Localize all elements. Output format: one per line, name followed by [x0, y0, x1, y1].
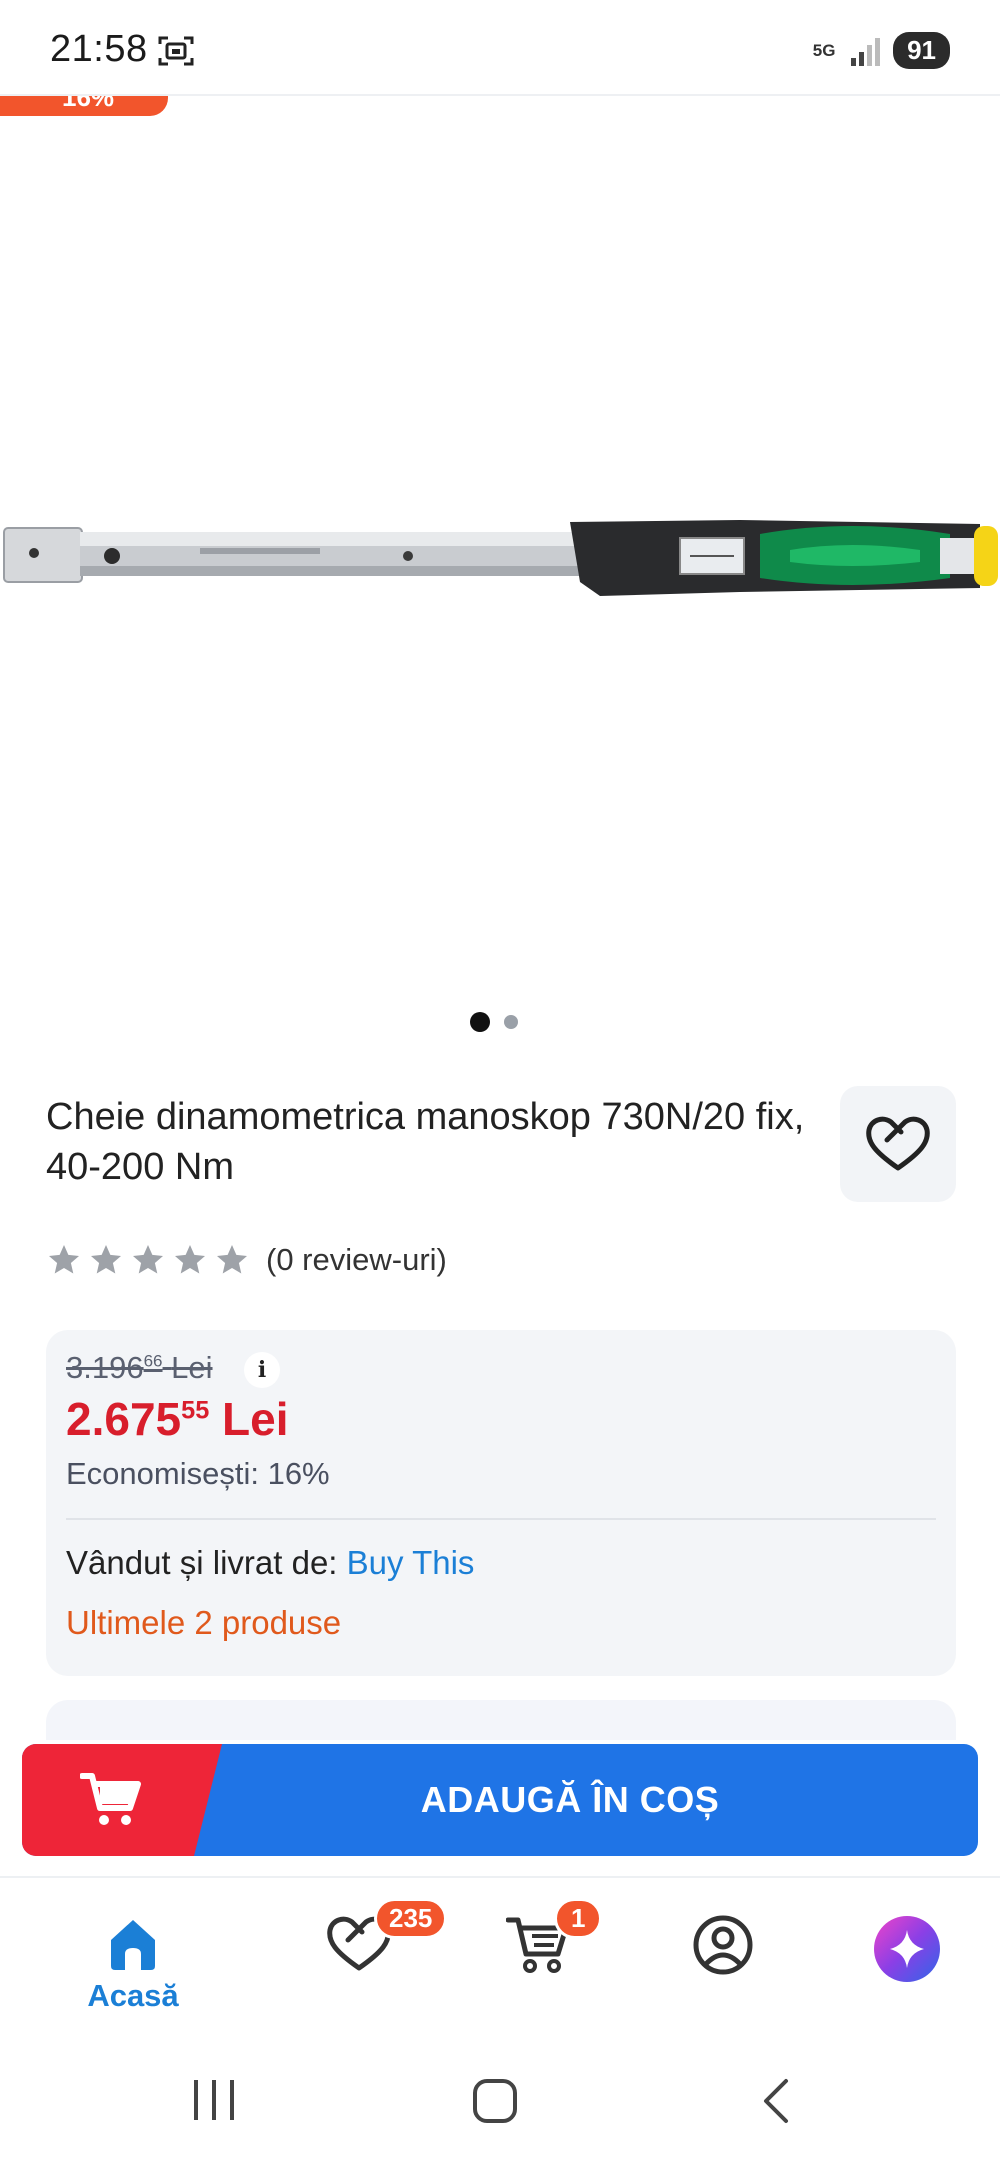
- network-type: 5G: [812, 40, 836, 60]
- savings-text: Economisești: 16%: [66, 1456, 330, 1491]
- home-icon: [111, 1920, 155, 1970]
- cart-badge: 1: [554, 1898, 603, 1939]
- add-to-cart-button[interactable]: ADAUGĂ ÎN COȘ: [22, 1744, 978, 1856]
- product-title: Cheie dinamometrica manoskop 730N/20 fix…: [46, 1096, 805, 1188]
- star-icon: [91, 1245, 121, 1274]
- product-rating[interactable]: (0 review-uri): [46, 1242, 447, 1278]
- star-icon: [175, 1245, 205, 1274]
- battery-indicator: 91: [893, 32, 950, 69]
- current-price: 2.67555 Lei: [66, 1393, 289, 1445]
- screenshot-icon: [158, 36, 194, 66]
- old-price: 3.19666 Lei: [66, 1350, 213, 1385]
- product-image[interactable]: [0, 470, 1000, 630]
- seller-prefix: Vândut și livrat de:: [66, 1544, 338, 1581]
- status-bar: 21:58 5G 91: [0, 0, 1000, 96]
- add-to-cart-label: ADAUGĂ ÎN COȘ: [420, 1779, 720, 1820]
- star-icon: [217, 1245, 247, 1274]
- signal-icon: [851, 37, 881, 66]
- status-time: 21:58: [50, 28, 148, 70]
- cart-icon: [80, 1773, 141, 1825]
- gallery-dot[interactable]: [504, 1015, 518, 1029]
- cart-button-icon-area: [22, 1744, 222, 1856]
- info-icon[interactable]: i: [244, 1352, 280, 1388]
- next-section-card: [46, 1700, 956, 1740]
- nav-assistant[interactable]: [852, 1914, 962, 2024]
- discount-ribbon-text: 16%: [62, 96, 115, 112]
- back-icon[interactable]: [762, 2078, 790, 2124]
- seller-info: Vândut și livrat de: Buy This: [66, 1544, 474, 1582]
- recent-apps-icon[interactable]: [192, 2080, 236, 2120]
- star-icon: [133, 1245, 163, 1274]
- add-to-favorites-button[interactable]: [840, 1086, 956, 1202]
- gallery-dot-active[interactable]: [470, 1012, 490, 1032]
- nav-account[interactable]: [668, 1914, 778, 2024]
- nav-home-label: Acasă: [87, 1978, 179, 2013]
- heart-icon: [866, 1116, 930, 1171]
- ai-assistant-icon: [874, 1916, 940, 1982]
- discount-ribbon: 16%: [0, 96, 168, 116]
- gallery-pagination: [470, 1012, 518, 1032]
- stock-status: Ultimele 2 produse: [66, 1604, 342, 1641]
- review-count: (0 review-uri): [266, 1242, 447, 1277]
- divider: [66, 1518, 936, 1520]
- user-icon: [693, 1915, 753, 1975]
- home-button-icon[interactable]: [472, 2078, 518, 2124]
- star-icon: [49, 1245, 79, 1274]
- nav-home[interactable]: Acasă: [78, 1914, 188, 2024]
- seller-link[interactable]: Buy This: [347, 1544, 475, 1581]
- price-card: 3.19666 Lei i 2.67555 Lei Economisești: …: [46, 1330, 956, 1676]
- system-navigation-bar: [0, 2032, 1000, 2167]
- bottom-navigation: Acasă 235 1: [0, 1876, 1000, 2032]
- favorites-badge: 235: [374, 1898, 448, 1939]
